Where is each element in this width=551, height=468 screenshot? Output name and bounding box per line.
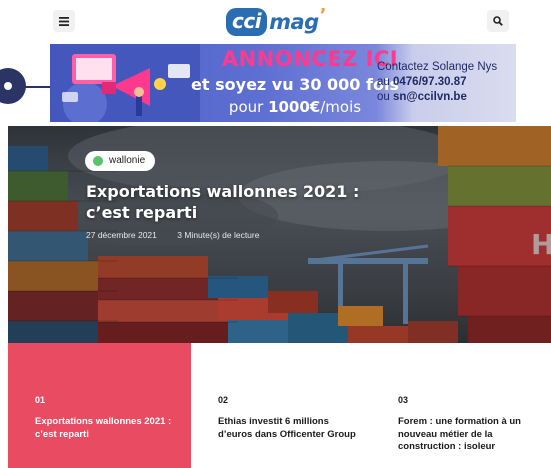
banner-email-prefix: ou xyxy=(377,91,393,103)
article-title[interactable]: Exportations wallonnes 2021 : c’est repa… xyxy=(35,416,180,441)
slider-dot-button[interactable] xyxy=(0,68,26,104)
advertisement-banner[interactable]: ANNONCEZ ICI et soyez vu 30 000 fois pou… xyxy=(50,44,516,122)
article-title[interactable]: Ethias investit 6 millions d’euros dans … xyxy=(218,416,363,441)
article-card-2[interactable]: 02 Ethias investit 6 millions d’euros da… xyxy=(191,343,371,468)
logo-cci-text: cci xyxy=(226,8,268,36)
article-number: 02 xyxy=(218,395,229,405)
hero-reading-time: 3 Minute(s) de lecture xyxy=(177,230,260,240)
hero-article-title[interactable]: Exportations wallonnes 2021 : c’est repa… xyxy=(86,181,366,223)
banner-price-prefix: pour xyxy=(228,98,269,116)
article-number: 03 xyxy=(398,395,409,405)
hero-article-date: 27 décembre 2021 xyxy=(86,230,157,240)
banner-phone-prefix: au xyxy=(377,76,393,88)
menu-button[interactable] xyxy=(53,10,75,32)
site-logo[interactable]: cci mag ’ xyxy=(226,4,327,40)
banner-phone: 0476/97.30.87 xyxy=(393,76,467,88)
hero-article-meta: 27 décembre 2021 3 Minute(s) de lecture xyxy=(86,230,277,240)
banner-contact-email-row: ou sn@ccilvn.be xyxy=(377,90,512,105)
category-dot-icon xyxy=(93,156,103,166)
banner-contact-phone-row: au 0476/97.30.87 xyxy=(377,75,512,90)
search-icon xyxy=(493,16,503,26)
banner-contact-block: Contactez Solange Nys au 0476/97.30.87 o… xyxy=(377,60,512,105)
logo-mag-text: mag xyxy=(269,10,319,34)
search-button[interactable] xyxy=(487,10,509,32)
banner-price-value: 1000€ xyxy=(268,98,321,116)
article-card-1[interactable]: 01 Exportations wallonnes 2021 : c’est r… xyxy=(8,343,191,468)
banner-contact-name: Contactez Solange Nys xyxy=(377,61,498,73)
article-title[interactable]: Forem : une formation à un nouveau métie… xyxy=(398,416,543,454)
article-card-3[interactable]: 03 Forem : une formation à un nouveau mé… xyxy=(371,343,551,468)
banner-email: sn@ccilvn.be xyxy=(393,91,467,103)
article-number: 01 xyxy=(35,395,46,405)
site-header: cci mag ’ xyxy=(0,0,551,44)
logo-accent-mark: ’ xyxy=(319,4,327,26)
hamburger-icon xyxy=(59,16,69,26)
banner-price-line: pour 1000€/mois xyxy=(180,98,410,116)
banner-price-suffix: /mois xyxy=(320,98,362,116)
